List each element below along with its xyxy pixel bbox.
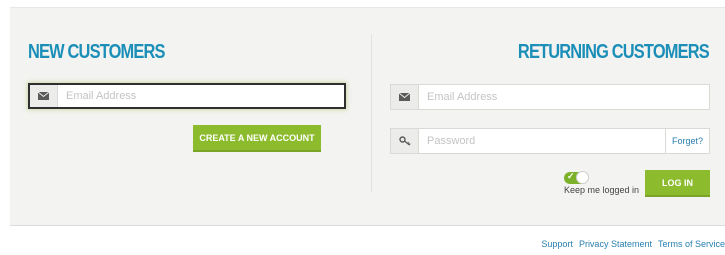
new-customers-heading: NEW CUSTOMERS [28,41,165,63]
password-input[interactable] [419,129,665,153]
envelope-icon [30,85,58,107]
terms-of-service-link[interactable]: Terms of Service [658,239,725,249]
envelope-icon [391,85,419,109]
section-divider [371,34,372,192]
returning-email-input[interactable] [419,85,709,109]
toggle-knob [576,171,589,184]
forgot-password-link[interactable]: Forget? [664,129,709,153]
password-field[interactable]: Forget? [390,128,710,154]
check-icon: ✓ [567,171,575,181]
create-account-button[interactable]: CREATE A NEW ACCOUNT [193,125,321,152]
returning-email-field[interactable] [390,84,710,110]
login-button[interactable]: LOG IN [645,170,710,197]
new-email-input[interactable] [58,85,344,107]
support-link[interactable]: Support [541,239,573,249]
returning-customers-heading: RETURNING CUSTOMERS [518,41,710,63]
key-icon [391,129,419,153]
keep-logged-in-label: Keep me logged in [564,185,640,195]
privacy-statement-link[interactable]: Privacy Statement [579,239,652,249]
footer-links: Support Privacy Statement Terms of Servi… [541,239,725,249]
new-email-field[interactable] [28,83,346,109]
keep-logged-in-toggle[interactable]: ✓ [564,171,589,184]
